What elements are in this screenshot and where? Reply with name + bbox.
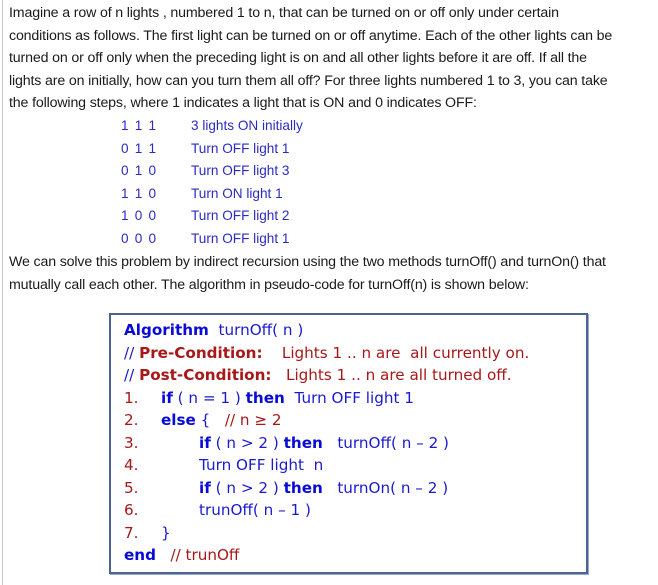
step-description: Turn OFF light 1 (191, 230, 290, 246)
code-line-4: 4. Turn OFF light n (124, 454, 529, 477)
comment: // n ≥ 2 (210, 411, 282, 429)
keyword-algorithm: Algorithm (124, 321, 209, 339)
line-number: 3. (124, 433, 139, 452)
statement: Turn OFF light n (199, 456, 324, 474)
code-line-1: 1. if ( n = 1 ) then Turn OFF light 1 (124, 387, 529, 410)
method-paragraph: We can solve this problem by indirect re… (9, 251, 654, 296)
step-bits: 1 0 0 (121, 208, 158, 224)
algorithm-header: Algorithm turnOff( n ) (124, 319, 529, 342)
intro-line: Imagine a row of n lights , numbered 1 t… (9, 5, 559, 21)
algorithm-box: Algorithm turnOff( n ) // Pre-Condition:… (109, 313, 588, 574)
keyword-if: if (199, 433, 211, 452)
code-line-6: 6. trunOff( n – 1 ) (124, 499, 529, 522)
condition: ( n = 1 ) (172, 388, 246, 407)
post-condition: // Post-Condition: Lights 1 .. n are all… (124, 364, 529, 387)
keyword-then: then (245, 388, 285, 407)
method-line: mutually call each other. The algorithm … (9, 276, 529, 293)
step-bits: 0 1 1 (121, 140, 158, 156)
line-number: 5. (124, 478, 139, 497)
keyword-else: else (161, 411, 196, 429)
keyword-then: then (283, 478, 323, 497)
step-bits: 1 1 1 (121, 118, 158, 133)
statement: turnOff( n – 2 ) (322, 433, 449, 452)
keyword-then: then (283, 433, 323, 452)
intro-line: turned on or off only when the preceding… (9, 50, 587, 66)
step-description: Turn OFF light 3 (191, 163, 290, 179)
algorithm-signature: turnOff( n ) (218, 321, 304, 339)
algorithm-end: end // trunOff (124, 544, 529, 567)
step-description: Turn OFF light 1 (191, 140, 290, 156)
page-left-border (2, 0, 3, 585)
code-line-2: 2. else { // n ≥ 2 (124, 409, 529, 432)
statement: trunOff( n – 1 ) (199, 501, 311, 519)
line-number: 7. (124, 523, 139, 542)
line-number: 1. (124, 388, 139, 407)
intro-line: lights are on initially, how can you tur… (9, 72, 608, 89)
statement: { (195, 411, 211, 429)
statement: turnOn( n – 2 ) (322, 478, 449, 497)
step-description: Turn ON light 1 (191, 185, 283, 201)
end-comment: // trunOff (170, 546, 240, 564)
line-number: 6. (124, 501, 139, 519)
condition: ( n > 2 ) (210, 433, 284, 452)
comment-prefix: // (124, 366, 135, 384)
intro-paragraph: Imagine a row of n lights , numbered 1 t… (9, 2, 654, 115)
comment-prefix: // (124, 343, 135, 362)
code-line-3: 3. if ( n > 2 ) then turnOff( n – 2 ) (124, 432, 529, 455)
code-line-5: 5. if ( n > 2 ) then turnOn( n – 2 ) (124, 477, 529, 500)
pseudo-code: Algorithm turnOff( n ) // Pre-Condition:… (124, 319, 529, 567)
step-description: Turn OFF light 2 (191, 208, 290, 224)
line-number: 4. (124, 456, 139, 474)
step-bits: 0 1 0 (121, 163, 158, 179)
keyword-if: if (161, 388, 173, 407)
statement: Turn OFF light 1 (284, 388, 414, 407)
pre-condition-text: Lights 1 .. n are all currently on. (281, 343, 530, 362)
pre-condition: // Pre-Condition: Lights 1 .. n are all … (124, 342, 529, 365)
intro-line: the following steps, where 1 indicates a… (9, 95, 477, 111)
method-line: We can solve this problem by indirect re… (9, 254, 606, 270)
step-description: 3 lights ON initially (191, 118, 303, 133)
statement: } (161, 523, 171, 542)
keyword-if: if (199, 478, 211, 497)
code-line-7: 7.} (124, 522, 529, 545)
keyword-end: end (124, 546, 156, 564)
step-bits: 0 0 0 (121, 230, 158, 246)
condition: ( n > 2 ) (210, 478, 284, 497)
line-number: 2. (124, 411, 139, 429)
pre-condition-label: Pre-Condition: (139, 343, 263, 362)
intro-line: conditions as follows. The first light c… (9, 27, 613, 44)
post-condition-label: Post-Condition: (139, 366, 272, 384)
step-bits: 1 1 0 (121, 185, 158, 201)
post-condition-text: Lights 1 .. n are all turned off. (285, 366, 512, 384)
